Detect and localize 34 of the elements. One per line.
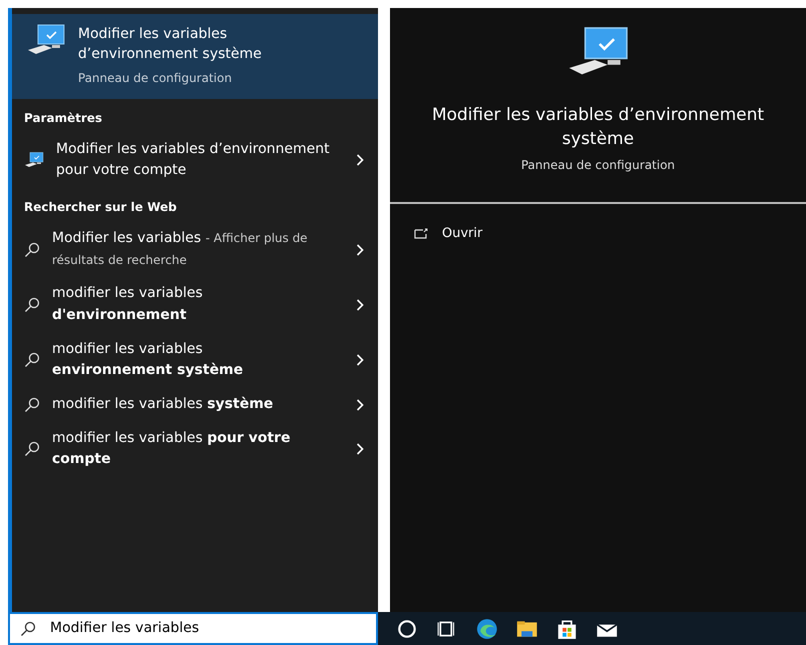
best-match-item[interactable]: Modifier les variables d’environnement système Panneau de configuration	[12, 14, 378, 99]
chevron-icon	[356, 154, 364, 166]
shopping-bag-icon[interactable]	[556, 618, 578, 640]
result-item[interactable]: modifier les variables d'environnement	[12, 277, 378, 333]
computer-icon	[26, 24, 66, 56]
preview-subtitle: Panneau de configuration	[521, 156, 675, 174]
search-icon	[24, 242, 40, 258]
chevron-icon	[356, 244, 364, 256]
preview-title: Modifier les variables d’environnement système	[430, 104, 766, 151]
open-window-icon	[414, 228, 428, 239]
open-action[interactable]: Ouvrir	[390, 204, 806, 264]
cortana-circle-icon[interactable]	[396, 618, 418, 640]
search-icon	[24, 396, 40, 413]
section-heading: Paramètres	[23, 110, 104, 127]
search-box[interactable]: Modifier les variables	[8, 612, 378, 645]
result-subtitle: Panneau de configuration	[78, 70, 233, 87]
search-icon	[24, 352, 40, 368]
search-field[interactable]: Modifier les variables	[48, 617, 366, 640]
result-item[interactable]: modifier les variables pour votre compte	[12, 422, 378, 478]
section-heading: Rechercher sur le Web	[23, 198, 178, 216]
result-item[interactable]: modifier les variables environnement système	[12, 332, 378, 388]
result-title: Modifier les variables d’environnement système	[78, 25, 263, 64]
result-item[interactable]: modifier les variables système	[12, 388, 378, 422]
search-icon	[24, 297, 40, 314]
search-icon	[20, 620, 36, 636]
search-icon	[24, 441, 40, 458]
chevron-icon	[356, 398, 364, 411]
computer-icon	[24, 152, 44, 168]
chevron-icon	[356, 354, 364, 366]
browser-icon[interactable]	[476, 618, 498, 640]
chevron-icon	[356, 299, 364, 312]
chevron-icon	[356, 443, 364, 456]
result-item[interactable]: Modifier les variables - Afficher plus de résultats de recherche	[12, 222, 378, 278]
result-item[interactable]: Modifier les variables d’environnement pour votre compte	[12, 132, 378, 188]
